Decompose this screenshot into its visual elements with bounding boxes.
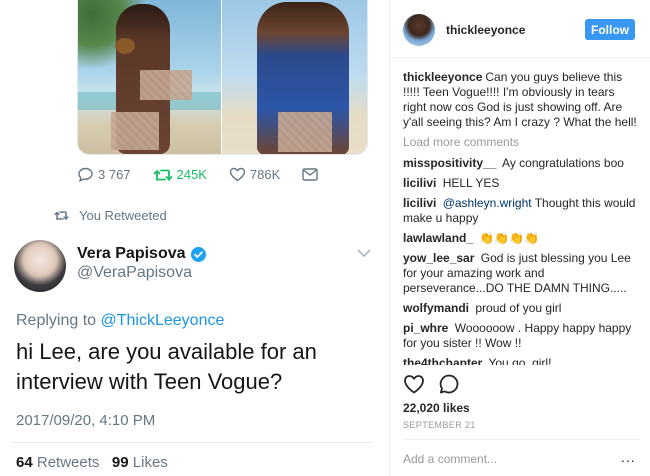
reply-action[interactable]: 3 767: [77, 167, 131, 182]
heart-icon[interactable]: [403, 374, 425, 394]
comment-username[interactable]: lawlawland_: [403, 231, 473, 245]
comment-text: 👏👏👏👏: [479, 231, 540, 245]
load-more-comments[interactable]: Load more comments: [403, 135, 639, 150]
blur-censor: [278, 112, 332, 152]
envelope-icon: [302, 168, 318, 181]
dm-action[interactable]: [302, 168, 322, 181]
comment-username[interactable]: wolfymandi: [403, 301, 469, 315]
tweet-stats: 64 Retweets 99 Likes: [16, 454, 168, 471]
replying-mention[interactable]: @ThickLeeyonce: [101, 312, 225, 329]
twitter-panel: 3 767 245K 786K You Retweeted Vera Papis…: [0, 0, 389, 476]
list-item: misspositivity__ Ay congratulations boo: [403, 156, 639, 171]
list-item: pi_whre Woooooow . Happy happy happy for…: [403, 321, 639, 351]
list-item: yow_lee_sar God is just blessing you Lee…: [403, 251, 639, 296]
comment-username[interactable]: yow_lee_sar: [403, 251, 474, 265]
tweet-photo-1[interactable]: [78, 0, 221, 154]
post-username[interactable]: thickleeyonce: [446, 23, 525, 37]
tweet-text: hi Lee, are you available for an intervi…: [16, 339, 317, 394]
retweets-count[interactable]: 64: [16, 454, 33, 471]
likes-count[interactable]: 99: [112, 454, 129, 471]
divider: [403, 439, 639, 440]
reply-icon: [78, 167, 93, 182]
author-name[interactable]: Vera Papisova: [77, 245, 207, 263]
caption-username[interactable]: thickleeyonce: [403, 70, 482, 84]
retweet-icon: [54, 211, 69, 220]
author-name-text: Vera Papisova: [77, 245, 186, 262]
comment-text: Ay congratulations boo: [502, 156, 624, 170]
instagram-panel: thickleeyonce Follow thickleeyonce Can yo…: [389, 0, 650, 476]
replying-to: Replying to @ThickLeeyonce: [16, 312, 224, 330]
blur-censor: [140, 70, 192, 100]
tweet-actions: 3 767 245K 786K: [77, 167, 344, 182]
comment-icon[interactable]: [438, 373, 460, 395]
avatar[interactable]: [14, 240, 66, 292]
list-item: licilivi @ashleyn.wright Thought this wo…: [403, 196, 639, 226]
likes-count[interactable]: 22,020 likes: [403, 401, 470, 415]
tweet-photo-2[interactable]: [222, 0, 367, 154]
author-handle[interactable]: @VeraPapisova: [77, 264, 192, 282]
comment-text: proud of you girl: [475, 301, 562, 315]
list-item: licilivi HELL YES: [403, 176, 639, 191]
retweet-action[interactable]: 245K: [153, 167, 207, 182]
retweet-count: 245K: [176, 167, 207, 182]
comment-username[interactable]: licilivi: [403, 176, 436, 190]
blur-censor: [111, 112, 159, 150]
comment-username[interactable]: pi_whre: [403, 321, 448, 335]
retweeted-label: You Retweeted: [79, 208, 167, 223]
more-options-icon[interactable]: ...: [621, 449, 636, 465]
verified-icon: [190, 246, 206, 262]
likes-label[interactable]: Likes: [133, 454, 168, 471]
post-date[interactable]: SEPTEMBER 21: [403, 420, 476, 430]
list-item: wolfymandi proud of you girl: [403, 301, 639, 316]
chevron-down-icon[interactable]: [357, 249, 371, 258]
comments-list[interactable]: thickleeyonce Can you guys believe this !…: [403, 70, 639, 365]
tweet-media[interactable]: [77, 0, 368, 155]
list-item: lawlawland_ 👏👏👏👏: [403, 231, 639, 246]
avatar[interactable]: [403, 14, 435, 46]
comment-username[interactable]: misspositivity__: [403, 156, 496, 170]
comment-username[interactable]: the4thchapter: [403, 356, 482, 365]
replying-prefix: Replying to: [16, 312, 97, 329]
follow-button[interactable]: Follow: [585, 19, 635, 40]
like-action[interactable]: 786K: [229, 167, 280, 182]
heart-icon: [229, 167, 246, 182]
comment-username[interactable]: licilivi: [403, 196, 436, 210]
list-item: the4thchapter You go, girl!: [403, 356, 639, 365]
comment-text: You go, girl!: [488, 356, 552, 365]
caption: thickleeyonce Can you guys believe this !…: [403, 70, 639, 130]
retweeted-context: You Retweeted: [54, 208, 167, 223]
retweets-label[interactable]: Retweets: [37, 454, 100, 471]
like-count: 786K: [249, 167, 281, 182]
comment-text: HELL YES: [442, 176, 500, 190]
reply-count: 3 767: [98, 167, 131, 182]
tweet-timestamp[interactable]: 2017/09/20, 4:10 PM: [16, 412, 155, 429]
post-header: thickleeyonce Follow: [390, 0, 650, 58]
post-actions: [403, 373, 473, 395]
comment-mention[interactable]: @ashleyn.wright: [443, 196, 532, 210]
divider: [12, 442, 372, 443]
coconut: [115, 38, 135, 54]
retweet-icon: [153, 169, 172, 181]
add-comment-input[interactable]: Add a comment...: [403, 452, 497, 466]
